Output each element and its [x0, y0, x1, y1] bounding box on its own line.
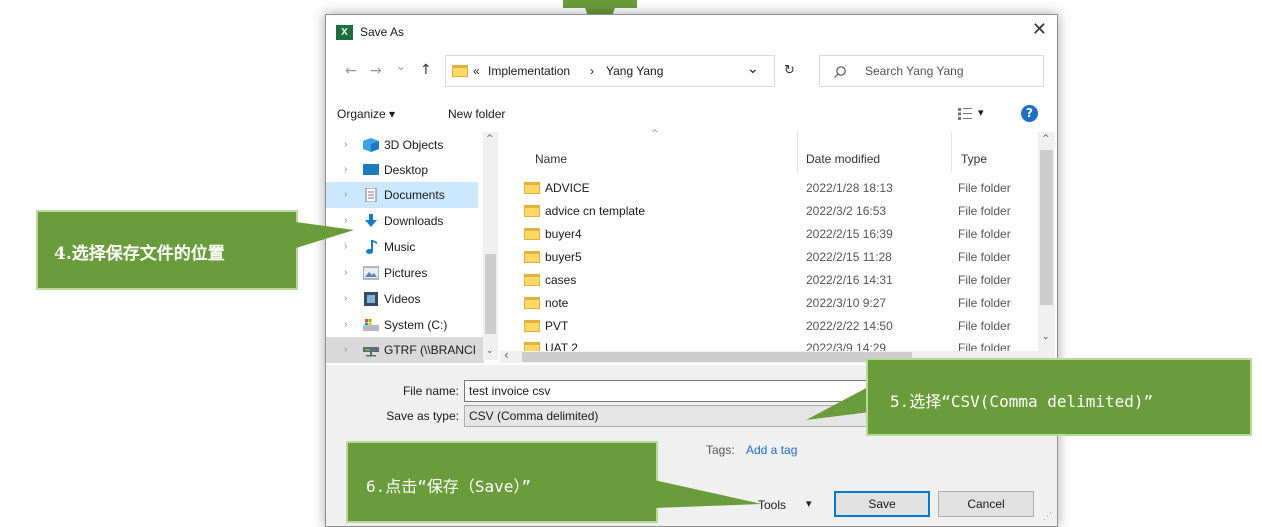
filelist-scrollbar[interactable]: ^ ⌄ — [1038, 132, 1055, 351]
forward-button[interactable]: → — [370, 63, 382, 79]
save-button[interactable]: Save — [834, 491, 930, 517]
folder-icon — [524, 251, 540, 263]
address-dropdown-icon[interactable]: ⌄ — [747, 60, 759, 77]
nav-item-pictures[interactable]: › Pictures — [326, 260, 478, 286]
add-tag-link[interactable]: Add a tag — [746, 443, 797, 457]
close-button[interactable]: ✕ — [1032, 19, 1047, 40]
column-header-name[interactable]: Name — [535, 152, 567, 166]
file-row[interactable]: note 2022/3/10 9:27 File folder — [500, 292, 1037, 315]
folder-icon — [524, 182, 540, 194]
nav-item-gtrf[interactable]: › GTRF (\\BRANCI — [326, 337, 484, 363]
breadcrumb-implementation[interactable]: Implementation — [488, 64, 570, 78]
file-row[interactable]: buyer5 2022/2/15 11:28 File folder — [500, 246, 1037, 269]
desktop-icon — [363, 164, 379, 175]
new-folder-button[interactable]: New folder — [448, 107, 505, 121]
folder-icon — [524, 205, 540, 217]
search-icon — [834, 66, 846, 78]
column-header-date[interactable]: Date modified — [806, 152, 880, 166]
music-icon — [366, 240, 377, 254]
callout-step5: 5.选择“CSV(Comma delimited)” — [866, 358, 1252, 436]
pictures-icon — [363, 266, 379, 280]
toolbar: Organize ▾ New folder ▾ ? — [326, 96, 1057, 132]
file-row[interactable]: buyer4 2022/2/15 16:39 File folder — [500, 223, 1037, 246]
callout-step4-text: 4.选择保存文件的位置 — [54, 244, 225, 264]
filelist-scroll-down[interactable]: ⌄ — [1042, 332, 1050, 342]
title-bar: X Save As ✕ — [326, 15, 1057, 49]
address-bar[interactable]: « Implementation › Yang Yang ⌄ — [445, 55, 775, 87]
refresh-button[interactable]: ↻ — [784, 63, 795, 78]
help-icon[interactable]: ? — [1021, 105, 1038, 122]
dialog-title: Save As — [360, 25, 405, 39]
callout-step5-text: 5.选择“CSV(Comma delimited)” — [890, 392, 1154, 411]
callout-step4-pointer — [296, 222, 354, 248]
hscroll-thumb[interactable] — [522, 352, 912, 362]
navpane-scroll-thumb[interactable] — [485, 254, 496, 334]
nav-item-documents[interactable]: › Documents — [326, 182, 478, 208]
callout-step6-text: 6.点击“保存（Save）” — [366, 477, 532, 496]
videos-icon — [364, 292, 378, 306]
navpane-scroll-down[interactable]: ⌄ — [486, 346, 494, 356]
file-row[interactable]: advice cn template 2022/3/2 16:53 File fol… — [500, 200, 1037, 223]
excel-icon: X — [336, 25, 353, 40]
column-header-type[interactable]: Type — [961, 152, 987, 166]
breadcrumb-overflow[interactable]: « — [473, 64, 480, 78]
tools-caret-icon[interactable]: ▾ — [806, 497, 812, 510]
up-button[interactable]: ↑ — [420, 62, 432, 78]
cancel-button[interactable]: Cancel — [938, 491, 1034, 517]
folder-icon — [524, 274, 540, 286]
network-drive-icon — [363, 347, 379, 357]
column-divider — [951, 132, 952, 172]
callout-step6-pointer — [654, 480, 762, 508]
save-as-type-label: Save as type: — [386, 409, 459, 423]
tags-label: Tags: — [706, 443, 735, 457]
file-list: ^ Name Date modified Type ADVICE 2022/1/2… — [500, 129, 1037, 360]
column-divider — [797, 132, 798, 172]
file-row[interactable]: PVT 2022/2/22 14:50 File folder — [500, 315, 1037, 338]
sort-indicator-icon: ^ — [651, 129, 659, 139]
filelist-scroll-up[interactable]: ^ — [1042, 134, 1050, 144]
search-placeholder: Search Yang Yang — [865, 64, 964, 78]
view-options-icon[interactable] — [958, 108, 972, 120]
folder-icon — [524, 228, 540, 240]
3d-objects-icon — [363, 138, 379, 152]
breadcrumb-separator: › — [590, 64, 594, 78]
folder-icon — [452, 65, 468, 77]
navpane-scroll-up[interactable]: ^ — [486, 134, 494, 144]
breadcrumb-yang-yang[interactable]: Yang Yang — [606, 64, 663, 78]
view-caret-icon[interactable]: ▾ — [978, 106, 984, 119]
nav-item-3d-objects[interactable]: › 3D Objects — [326, 132, 478, 158]
documents-icon — [365, 188, 377, 202]
folder-icon — [524, 320, 540, 332]
drive-icon — [363, 319, 379, 331]
file-name-label: File name: — [402, 384, 459, 398]
callout-step6: 6.点击“保存（Save）” — [346, 441, 658, 523]
hscroll-left[interactable]: ‹ — [504, 348, 509, 362]
nav-item-system-c[interactable]: › System (C:) — [326, 312, 478, 338]
nav-item-desktop[interactable]: › Desktop — [326, 157, 478, 183]
callout-step4: 4.选择保存文件的位置 — [36, 210, 298, 290]
navpane-scrollbar[interactable]: ^ ⌄ — [483, 132, 498, 360]
nav-item-videos[interactable]: › Videos — [326, 286, 478, 312]
file-row[interactable]: cases 2022/2/16 14:31 File folder — [500, 269, 1037, 292]
downloads-icon — [365, 214, 377, 227]
resize-grip-icon[interactable]: ⋰ — [1043, 512, 1052, 522]
file-row[interactable]: ADVICE 2022/1/28 18:13 File folder — [500, 177, 1037, 200]
back-button[interactable]: ← — [345, 63, 357, 79]
recent-locations-button[interactable]: ⌄ — [396, 59, 406, 73]
search-box[interactable]: Search Yang Yang — [819, 55, 1044, 87]
callout-step5-pointer — [806, 386, 870, 420]
organize-button[interactable]: Organize ▾ — [337, 107, 395, 121]
filelist-scroll-thumb[interactable] — [1040, 150, 1053, 305]
folder-icon — [524, 297, 540, 309]
